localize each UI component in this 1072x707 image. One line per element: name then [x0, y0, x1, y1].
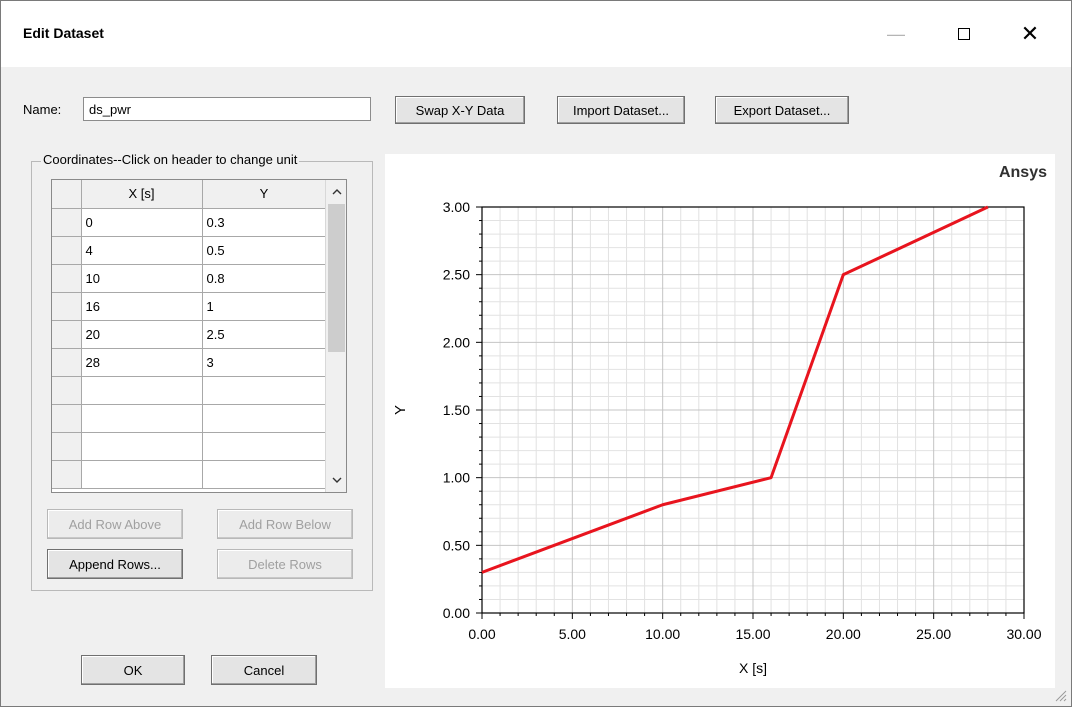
row-header[interactable] [52, 292, 82, 321]
y-tick-label: 0.00 [443, 605, 470, 621]
x-tick-label: 5.00 [559, 626, 586, 642]
y-tick-label: 2.00 [443, 334, 470, 350]
scroll-down-arrow-icon[interactable] [326, 470, 347, 490]
x-tick-label: 0.00 [468, 626, 495, 642]
x-cell[interactable]: 0 [81, 208, 203, 237]
y-cell[interactable]: 1 [202, 292, 327, 321]
edit-dataset-window: Edit Dataset — ✕ Name: Swap X-Y Data Imp… [0, 0, 1072, 707]
row-header[interactable] [52, 236, 82, 265]
table-row[interactable]: 0 0.3 [52, 208, 327, 237]
minimize-button[interactable]: — [873, 19, 919, 49]
x-column-header[interactable]: X [s] [81, 180, 203, 209]
table-row[interactable]: 28 3 [52, 348, 327, 377]
x-tick-label: 30.00 [1006, 626, 1041, 642]
y-cell[interactable]: 3 [202, 348, 327, 377]
coordinates-group-label: Coordinates--Click on header to change u… [41, 152, 300, 167]
scroll-thumb[interactable] [328, 204, 345, 352]
row-header[interactable] [52, 320, 82, 349]
ok-button[interactable]: OK [81, 655, 185, 685]
y-tick-label: 3.00 [443, 199, 470, 215]
table-row[interactable]: 10 0.8 [52, 264, 327, 293]
y-axis-label: Y [392, 405, 409, 415]
table-row[interactable] [52, 460, 327, 489]
row-header[interactable] [52, 432, 82, 461]
name-input[interactable] [83, 97, 371, 121]
x-cell[interactable] [81, 460, 203, 489]
ansys-logo: Ansys [998, 164, 1047, 181]
table-scrollbar[interactable] [325, 180, 346, 492]
row-header-corner [52, 180, 82, 209]
add-row-below-button[interactable]: Add Row Below [217, 509, 353, 539]
add-row-above-button[interactable]: Add Row Above [47, 509, 183, 539]
maximize-icon [958, 28, 970, 40]
table-row[interactable] [52, 404, 327, 433]
dataset-chart: 0.00 5.00 10.00 15.00 20.00 25.00 30.00 0.00 0.5… [392, 199, 1042, 676]
y-cell[interactable] [202, 460, 327, 489]
cancel-button[interactable]: Cancel [211, 655, 317, 685]
x-tick-label: 20.00 [826, 626, 861, 642]
table-row[interactable]: 20 2.5 [52, 320, 327, 349]
resize-grip-icon[interactable] [1053, 688, 1067, 702]
row-header[interactable] [52, 208, 82, 237]
x-axis-label: X [s] [739, 660, 767, 676]
delete-rows-button[interactable]: Delete Rows [217, 549, 353, 579]
x-cell[interactable] [81, 404, 203, 433]
y-cell[interactable]: 0.8 [202, 264, 327, 293]
x-cell[interactable]: 20 [81, 320, 203, 349]
x-cell[interactable]: 28 [81, 348, 203, 377]
coordinates-table: X [s] Y 0 0.3 4 0.5 10 0.8 16 1 20 2.5 28 3 [51, 179, 347, 493]
maximize-button[interactable] [941, 19, 987, 49]
row-header[interactable] [52, 460, 82, 489]
scroll-up-arrow-icon[interactable] [326, 182, 347, 202]
y-cell[interactable]: 0.3 [202, 208, 327, 237]
row-header[interactable] [52, 264, 82, 293]
table-row[interactable]: 16 1 [52, 292, 327, 321]
y-tick-label: 1.50 [443, 402, 470, 418]
x-tick-label: 10.00 [645, 626, 680, 642]
row-header[interactable] [52, 376, 82, 405]
y-cell[interactable] [202, 376, 327, 405]
y-cell[interactable]: 0.5 [202, 236, 327, 265]
x-cell[interactable]: 4 [81, 236, 203, 265]
row-header[interactable] [52, 404, 82, 433]
x-cell[interactable]: 10 [81, 264, 203, 293]
y-tick-label: 0.50 [443, 537, 470, 553]
name-label: Name: [23, 102, 62, 117]
plot-area: Ansys 0.00 5.00 10.00 15.00 20.00 25.00 30.00 0… [385, 154, 1055, 688]
export-dataset-button[interactable]: Export Dataset... [715, 96, 849, 124]
close-button[interactable]: ✕ [1007, 19, 1053, 49]
y-cell[interactable] [202, 404, 327, 433]
y-tick-label: 2.50 [443, 267, 470, 283]
title-bar: Edit Dataset — ✕ [1, 1, 1071, 67]
table-row[interactable] [52, 376, 327, 405]
x-tick-label: 15.00 [735, 626, 770, 642]
x-cell[interactable] [81, 432, 203, 461]
y-cell[interactable]: 2.5 [202, 320, 327, 349]
x-cell[interactable] [81, 376, 203, 405]
window-title: Edit Dataset [23, 25, 104, 41]
swap-xy-button[interactable]: Swap X-Y Data [395, 96, 525, 124]
table-row[interactable] [52, 432, 327, 461]
y-tick-label: 1.00 [443, 470, 470, 486]
x-cell[interactable]: 16 [81, 292, 203, 321]
x-tick-label: 25.00 [916, 626, 951, 642]
append-rows-button[interactable]: Append Rows... [47, 549, 183, 579]
row-header[interactable] [52, 348, 82, 377]
y-column-header[interactable]: Y [202, 180, 327, 209]
import-dataset-button[interactable]: Import Dataset... [557, 96, 685, 124]
table-row[interactable]: 4 0.5 [52, 236, 327, 265]
y-cell[interactable] [202, 432, 327, 461]
